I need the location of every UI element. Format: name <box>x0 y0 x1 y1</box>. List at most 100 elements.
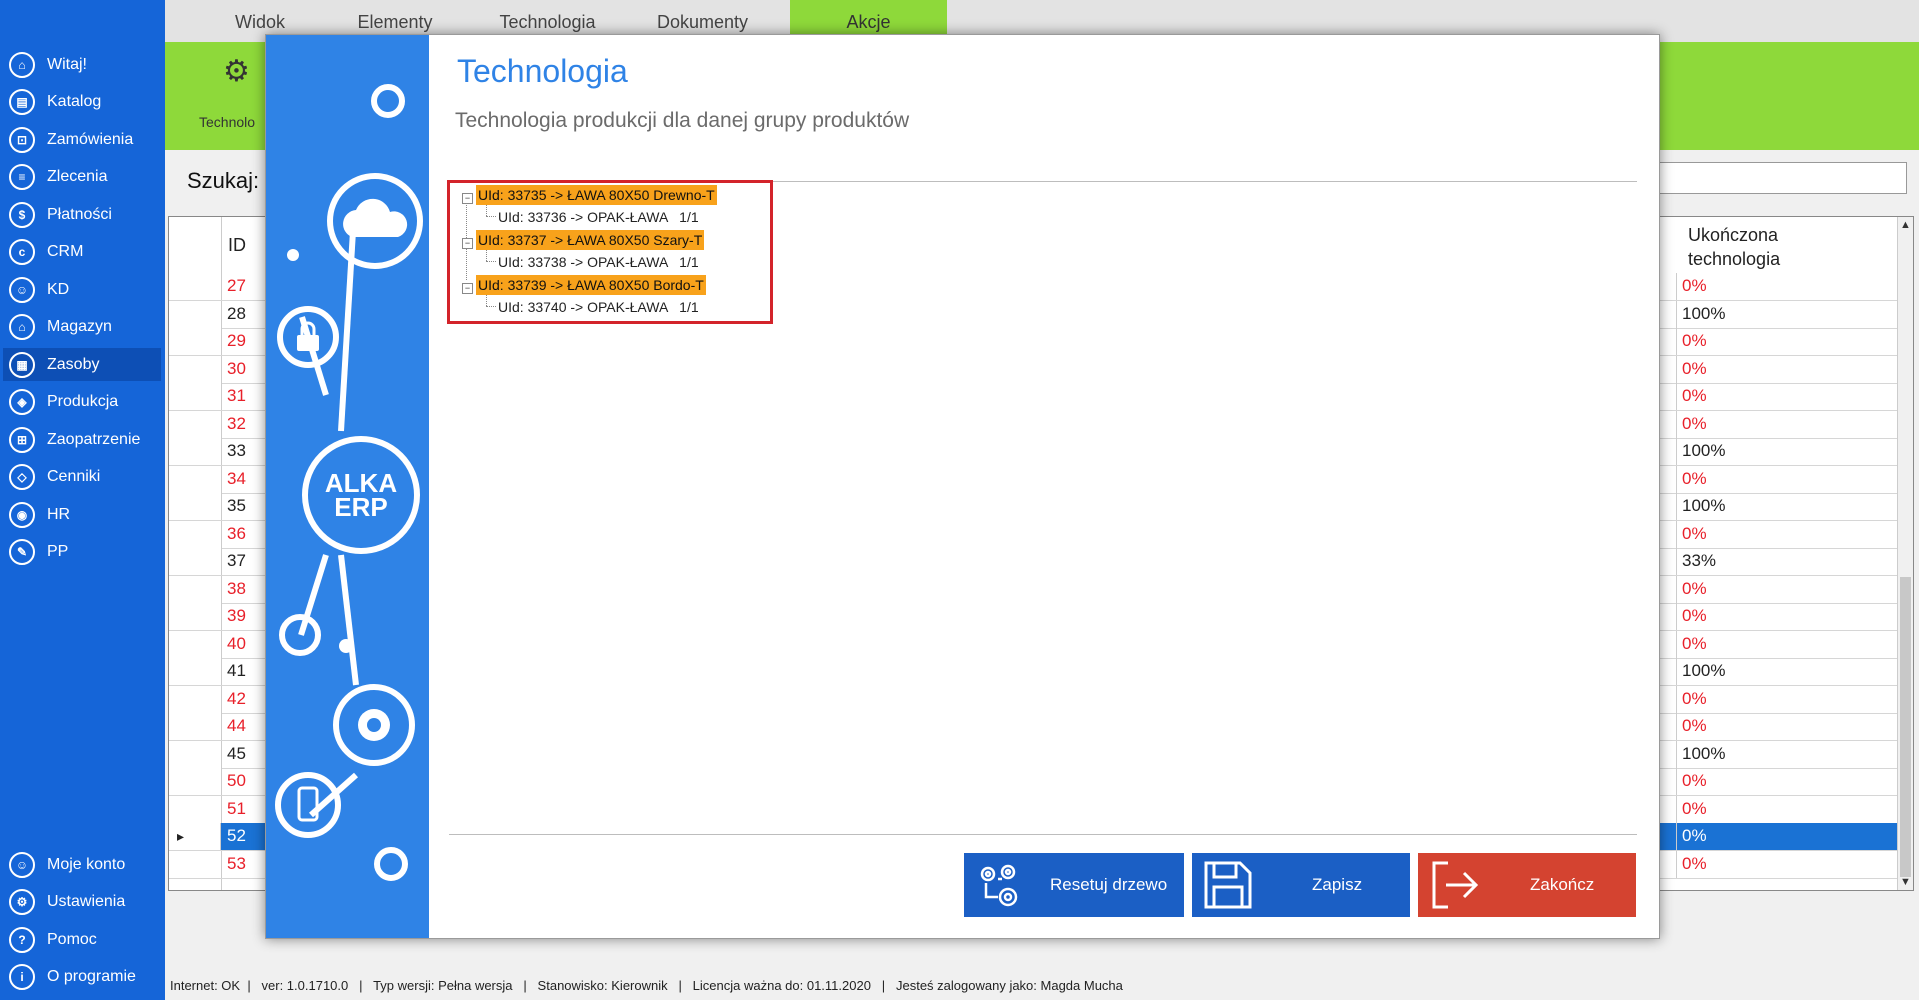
sidebar-item-label: Pomoc <box>47 930 97 948</box>
floppy-disk-icon <box>1204 861 1252 909</box>
row-header[interactable] <box>169 685 222 713</box>
row-header[interactable] <box>169 410 222 438</box>
column-header-id[interactable]: ID <box>228 235 246 256</box>
column-header-completed-technology[interactable]: Ukończona technologia <box>1688 223 1868 271</box>
tree-node-child[interactable]: UId: 33738 -> OPAK-ŁAWA 1/1 <box>498 252 699 272</box>
sidebar-item-hr[interactable]: ◉ HR <box>3 498 161 531</box>
sidebar-item-katalog[interactable]: ▤ Katalog <box>3 86 161 119</box>
row-header[interactable] <box>169 795 222 823</box>
tree-node-child[interactable]: UId: 33736 -> OPAK-ŁAWA 1/1 <box>498 207 699 227</box>
cell-id: 45 <box>227 743 246 763</box>
sidebar-item-zasoby[interactable]: ▦ Zasoby <box>3 348 161 381</box>
home-icon: ⌂ <box>9 51 35 78</box>
save-button[interactable]: Zapisz <box>1192 853 1410 917</box>
account-icon: ☺ <box>9 851 35 878</box>
sidebar-item-cenniki[interactable]: ◇ Cenniki <box>3 461 161 494</box>
tree-node-parent[interactable]: UId: 33735 -> ŁAWA 80X50 Drewno-T <box>476 185 717 205</box>
sidebar-item-kd[interactable]: ☺ KD <box>3 273 161 306</box>
cell-id: 33 <box>227 441 246 460</box>
row-header[interactable] <box>169 768 222 795</box>
tree-connector <box>486 306 496 307</box>
column-divider <box>1676 768 1677 795</box>
row-header[interactable] <box>169 300 222 328</box>
row-header[interactable] <box>169 850 222 878</box>
warehouse-icon: ⌂ <box>9 314 35 340</box>
row-header[interactable] <box>169 630 222 658</box>
sidebar-item-magazyn[interactable]: ⌂ Magazyn <box>3 311 161 344</box>
column-divider <box>1676 713 1677 740</box>
row-header[interactable] <box>169 520 222 548</box>
row-header[interactable] <box>169 713 222 740</box>
sidebar-item-zlecenia[interactable]: ≡ Zlecenia <box>3 161 161 194</box>
finish-button[interactable]: Zakończ <box>1418 853 1636 917</box>
cell-completed-technology: 0% <box>1682 826 1707 845</box>
sidebar-item-witaj-[interactable]: ⌂ Witaj! <box>3 48 161 81</box>
sidebar-item-label: Płatności <box>47 205 112 223</box>
sidebar-item-o-programie[interactable]: i O programie <box>3 961 161 994</box>
column-divider <box>1676 823 1677 850</box>
row-header[interactable] <box>169 575 222 603</box>
column-divider <box>1676 465 1677 493</box>
row-header[interactable] <box>169 658 222 685</box>
cell-id: 52 <box>227 826 246 845</box>
row-header[interactable] <box>169 273 222 300</box>
row-header[interactable] <box>169 355 222 383</box>
search-input[interactable] <box>1655 162 1907 194</box>
reset-tree-icon <box>980 864 1018 907</box>
status-bar: Internet: OK | ver: 1.0.1710.0 | Typ wer… <box>170 978 1123 993</box>
sidebar-item-moje-konto[interactable]: ☺ Moje konto <box>3 848 161 881</box>
finish-label: Zakończ <box>1530 875 1595 894</box>
row-header[interactable] <box>169 603 222 630</box>
sidebar-item-crm[interactable]: c CRM <box>3 236 161 269</box>
sidebar-item-ustawienia[interactable]: ⚙ Ustawienia <box>3 886 161 919</box>
column-divider <box>1676 603 1677 630</box>
tree-node-parent[interactable]: UId: 33739 -> ŁAWA 80X50 Bordo-T <box>476 275 706 295</box>
grid-scrollbar[interactable]: ▲ ▼ <box>1897 217 1913 890</box>
reset-tree-button[interactable]: Resetuj drzewo <box>964 853 1184 917</box>
sidebar-item-produkcja[interactable]: ◈ Produkcja <box>3 386 161 419</box>
tree-connector <box>486 261 496 262</box>
row-header[interactable] <box>169 328 222 355</box>
reset-tree-label: Resetuj drzewo <box>1050 875 1168 894</box>
truck-icon: ⊞ <box>9 426 35 453</box>
row-header[interactable] <box>169 465 222 493</box>
cell-completed-technology: 0% <box>1682 413 1707 433</box>
sidebar-item-label: Moje konto <box>47 855 126 873</box>
collapse-toggle-icon[interactable]: − <box>462 238 473 249</box>
cell-completed-technology: 0% <box>1682 606 1707 625</box>
sidebar-item-zam-wienia[interactable]: ⊡ Zamówienia <box>3 123 161 156</box>
collapse-toggle-icon[interactable]: − <box>462 193 473 204</box>
technology-gears-icon[interactable]: ⚙ <box>223 54 250 89</box>
sidebar-item-label: Cenniki <box>47 468 101 485</box>
sidebar-item-pomoc[interactable]: ? Pomoc <box>3 923 161 956</box>
row-header[interactable] <box>169 548 222 575</box>
tree-node-parent[interactable]: UId: 33737 -> ŁAWA 80X50 Szary-T <box>476 230 705 250</box>
column-divider <box>1676 355 1677 383</box>
sidebar-item-pp[interactable]: ✎ PP <box>3 536 161 569</box>
scroll-down-icon[interactable]: ▼ <box>1900 876 1911 888</box>
row-header[interactable] <box>169 740 222 768</box>
column-divider <box>1676 740 1677 768</box>
cell-completed-technology: 100% <box>1682 743 1726 763</box>
collapse-toggle-icon[interactable]: − <box>462 283 473 294</box>
ribbon-technology-label[interactable]: Technolo <box>199 114 255 130</box>
cell-completed-technology: 0% <box>1682 771 1707 790</box>
scroll-thumb[interactable] <box>1900 577 1911 877</box>
scroll-up-icon[interactable]: ▲ <box>1900 219 1911 231</box>
row-header[interactable] <box>169 383 222 410</box>
cell-completed-technology: 0% <box>1682 633 1707 653</box>
sidebar-item-p-atno-ci[interactable]: $ Płatności <box>3 198 161 231</box>
column-divider <box>1676 575 1677 603</box>
row-header[interactable]: ▸ <box>169 823 221 850</box>
technology-tree[interactable]: − UId: 33735 -> ŁAWA 80X50 Drewno-T UId:… <box>447 180 773 324</box>
cell-completed-technology: 0% <box>1682 331 1707 350</box>
tree-connector <box>486 216 496 217</box>
cell-id: 30 <box>227 358 246 378</box>
tree-node-child[interactable]: UId: 33740 -> OPAK-ŁAWA 1/1 <box>498 297 699 317</box>
cell-id: 40 <box>227 633 246 653</box>
row-header[interactable] <box>169 493 222 520</box>
row-header[interactable] <box>169 438 222 465</box>
sidebar-item-zaopatrzenie[interactable]: ⊞ Zaopatrzenie <box>3 423 161 456</box>
sidebar: ⌂ Witaj! ▤ Katalog ⊡ Zamówienia ≡ Zlecenia $ Płat… <box>0 0 165 1000</box>
sidebar-item-label: KD <box>47 280 70 298</box>
